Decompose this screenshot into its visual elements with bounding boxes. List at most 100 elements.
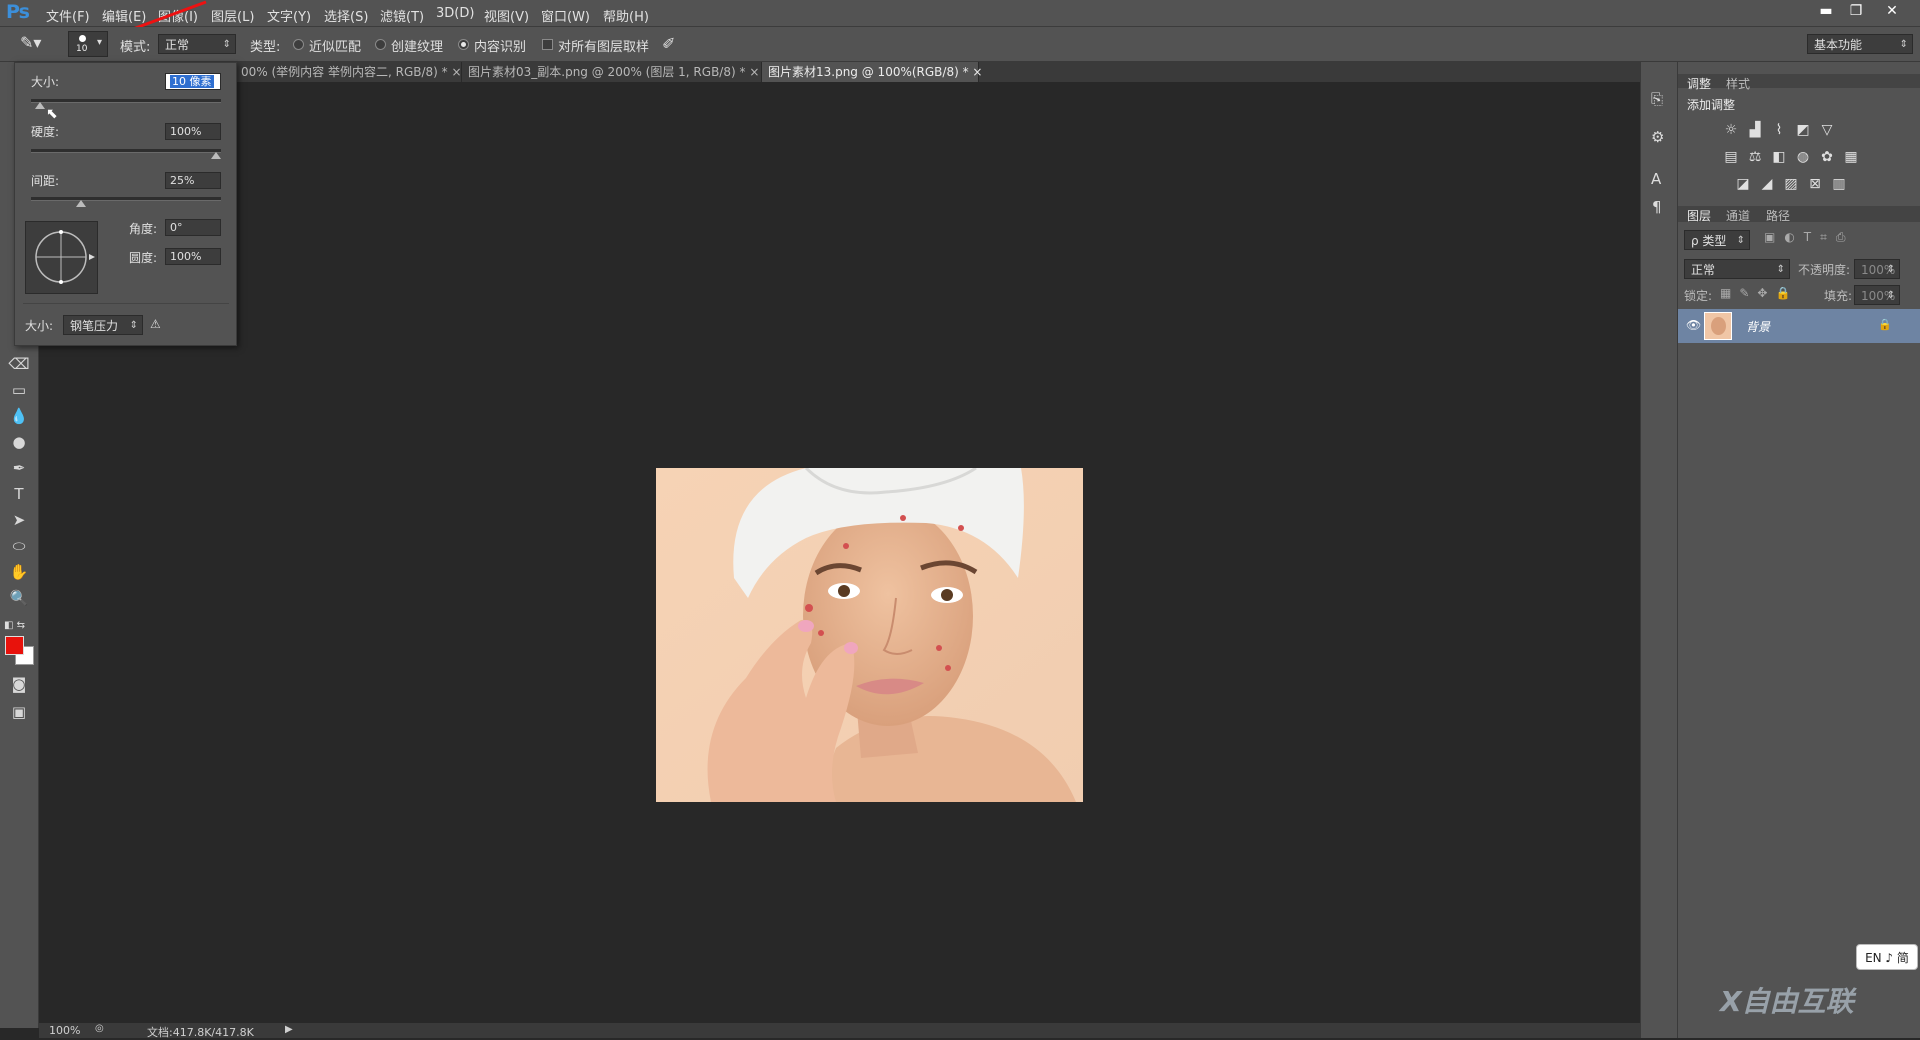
menu-3d[interactable]: 3D(D) bbox=[436, 6, 474, 21]
lock-label: 锁定: bbox=[1684, 289, 1713, 303]
layer-name[interactable]: 背景 bbox=[1746, 318, 1770, 335]
status-menu-arrow-icon[interactable]: ▶ bbox=[285, 1024, 293, 1035]
vibrance-icon[interactable]: ▽ bbox=[1818, 122, 1836, 138]
menu-layer[interactable]: 图层(L) bbox=[211, 6, 254, 25]
pressure-select[interactable]: 钢笔压力 bbox=[63, 315, 143, 336]
brush-picker-button[interactable]: 10 ▾ bbox=[68, 31, 108, 57]
channel-mixer-icon[interactable]: ✿ bbox=[1818, 149, 1836, 165]
hardness-field[interactable]: 100% bbox=[165, 123, 221, 140]
mode-label: 模式: bbox=[120, 40, 151, 55]
tab-document-3[interactable]: 图片素材13.png @ 100%(RGB/8) * × bbox=[762, 62, 982, 82]
status-options-icon[interactable]: ◎ bbox=[95, 1023, 104, 1034]
hue-saturation-icon[interactable]: ▤ bbox=[1722, 149, 1740, 165]
paragraph-panel-icon[interactable]: ¶ bbox=[1652, 198, 1662, 216]
canvas-area[interactable] bbox=[39, 82, 1640, 1023]
dodge-tool-icon[interactable]: ● bbox=[8, 432, 30, 452]
ellipse-tool-icon[interactable]: ⬭ bbox=[8, 536, 30, 556]
eraser-tool-icon[interactable]: ⌫ bbox=[8, 354, 30, 374]
menu-filter[interactable]: 滤镜(T) bbox=[380, 6, 424, 25]
healing-brush-preset-icon[interactable]: ✎▾ bbox=[20, 33, 56, 55]
character-panel-icon[interactable]: A bbox=[1651, 170, 1661, 188]
properties-panel-icon[interactable]: ⚙ bbox=[1651, 128, 1664, 146]
exposure-icon[interactable]: ◩ bbox=[1794, 122, 1812, 138]
restore-button[interactable]: ❐ bbox=[1842, 2, 1870, 20]
eye-visibility-icon[interactable]: 👁 bbox=[1686, 318, 1701, 332]
close-icon[interactable]: × bbox=[749, 65, 759, 79]
sample-all-layers-checkbox[interactable] bbox=[542, 39, 553, 50]
blur-tool-icon[interactable]: 💧 bbox=[8, 406, 30, 426]
layer-filter-select[interactable]: ρ 类型 bbox=[1684, 230, 1750, 251]
type-tool-icon[interactable]: T bbox=[8, 484, 30, 504]
spacing-slider[interactable] bbox=[31, 197, 221, 207]
angle-field[interactable]: 0° bbox=[165, 219, 221, 236]
menu-file[interactable]: 文件(F) bbox=[46, 6, 90, 25]
ime-indicator[interactable]: EN ♪ 简 bbox=[1856, 944, 1918, 970]
zoom-tool-icon[interactable]: 🔍 bbox=[8, 588, 30, 608]
tab-document-2[interactable]: 图片素材03_副本.png @ 200% (图层 1, RGB/8) * × bbox=[462, 62, 762, 82]
posterize-icon[interactable]: ◢ bbox=[1758, 176, 1776, 192]
levels-icon[interactable]: ▟ bbox=[1746, 122, 1764, 138]
blend-mode-select[interactable]: 正常 bbox=[1684, 259, 1790, 280]
opacity-field[interactable]: 100% bbox=[1854, 259, 1900, 280]
color-lookup-icon[interactable]: ▦ bbox=[1842, 149, 1860, 165]
radio-proximity-match[interactable] bbox=[293, 39, 304, 50]
pen-tool-icon[interactable]: ✒ bbox=[8, 458, 30, 478]
workspace-select[interactable]: 基本功能 bbox=[1807, 34, 1913, 55]
history-panel-icon[interactable]: ⎘ bbox=[1651, 90, 1663, 108]
screen-mode-icon[interactable]: ▣ bbox=[8, 702, 30, 722]
pressure-brush-icon[interactable]: ✐ bbox=[662, 34, 675, 53]
size-slider[interactable] bbox=[31, 99, 221, 109]
menu-view[interactable]: 视图(V) bbox=[484, 6, 529, 25]
spacing-label: 间距: bbox=[31, 174, 60, 188]
menu-window[interactable]: 窗口(W) bbox=[541, 6, 590, 25]
path-selection-tool-icon[interactable]: ➤ bbox=[8, 510, 30, 530]
spacing-slider-thumb[interactable] bbox=[76, 200, 86, 207]
default-colors-icon[interactable]: ◧ ⇆ bbox=[4, 620, 25, 631]
color-balance-icon[interactable]: ⚖ bbox=[1746, 149, 1764, 165]
brush-size-badge: 10 bbox=[76, 44, 88, 54]
close-icon[interactable]: × bbox=[972, 65, 982, 79]
quick-mask-icon[interactable]: ◙ bbox=[8, 674, 30, 694]
brush-tip-icon bbox=[79, 35, 86, 42]
close-button[interactable]: ✕ bbox=[1878, 2, 1906, 20]
zoom-level[interactable]: 100% bbox=[49, 1024, 80, 1037]
hardness-slider-thumb[interactable] bbox=[211, 152, 221, 159]
foreground-color-swatch[interactable] bbox=[5, 636, 24, 655]
hand-tool-icon[interactable]: ✋ bbox=[8, 562, 30, 582]
photo-filter-icon[interactable]: ◍ bbox=[1794, 149, 1812, 165]
tab-paths[interactable]: 路径 bbox=[1766, 207, 1790, 224]
radio-content-aware[interactable] bbox=[458, 39, 469, 50]
black-white-icon[interactable]: ◧ bbox=[1770, 149, 1788, 165]
brightness-icon[interactable]: ☼ bbox=[1722, 122, 1740, 138]
document-image[interactable] bbox=[656, 468, 1083, 802]
size-slider-thumb[interactable] bbox=[34, 102, 45, 109]
curves-icon[interactable]: ⌇ bbox=[1770, 122, 1788, 138]
gradient-map-icon[interactable]: ▥ bbox=[1830, 176, 1848, 192]
tab-document-1[interactable]: 00% (举例内容 举例内容二, RGB/8) * × bbox=[235, 62, 462, 82]
fill-field[interactable]: 100% bbox=[1854, 285, 1900, 306]
roundness-field[interactable]: 100% bbox=[165, 248, 221, 265]
lock-icons[interactable]: ▦✎✥🔒 bbox=[1720, 286, 1798, 300]
selective-color-icon[interactable]: ⊠ bbox=[1806, 176, 1824, 192]
mode-select[interactable]: 正常 bbox=[158, 34, 236, 55]
threshold-icon[interactable]: ▨ bbox=[1782, 176, 1800, 192]
size-field[interactable]: 10 像素 bbox=[165, 73, 221, 90]
hardness-slider[interactable] bbox=[31, 149, 221, 159]
tab-layers[interactable]: 图层 bbox=[1687, 207, 1711, 224]
menu-help[interactable]: 帮助(H) bbox=[603, 6, 649, 25]
minimize-button[interactable]: ▬ bbox=[1812, 2, 1840, 20]
gradient-tool-icon[interactable]: ▭ bbox=[8, 380, 30, 400]
tab-styles[interactable]: 样式 bbox=[1726, 75, 1750, 92]
tab-channels[interactable]: 通道 bbox=[1726, 207, 1750, 224]
brush-angle-preview[interactable] bbox=[25, 221, 98, 294]
mouse-cursor-icon: ⬉ bbox=[46, 106, 58, 122]
layer-row-background[interactable]: 👁 背景 🔒 bbox=[1678, 309, 1920, 343]
close-icon[interactable]: × bbox=[451, 65, 461, 79]
menu-select[interactable]: 选择(S) bbox=[324, 6, 368, 25]
menu-type[interactable]: 文字(Y) bbox=[267, 6, 311, 25]
layer-filter-icons[interactable]: ▣◐T⌗⎙ bbox=[1764, 230, 1855, 245]
tab-adjustments[interactable]: 调整 bbox=[1687, 75, 1711, 92]
invert-icon[interactable]: ◪ bbox=[1734, 176, 1752, 192]
radio-create-texture[interactable] bbox=[375, 39, 386, 50]
spacing-field[interactable]: 25% bbox=[165, 172, 221, 189]
